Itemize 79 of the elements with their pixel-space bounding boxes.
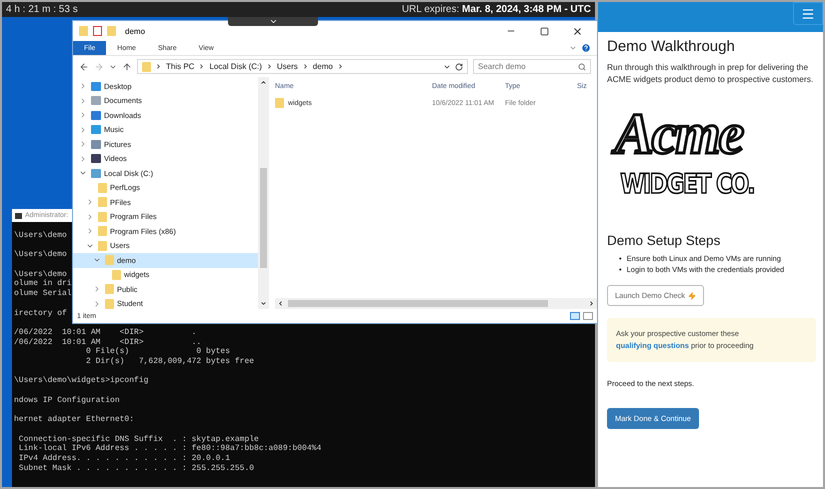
console-line: hernet adapter Ethernet0: (14, 415, 134, 425)
address-bar[interactable]: This PC Local Disk (C:) Users demo (137, 59, 468, 74)
scrollbar[interactable] (258, 77, 269, 309)
folder-icon (98, 212, 107, 222)
expand-chevron-icon[interactable] (79, 96, 87, 105)
separator-icon (198, 63, 206, 70)
chevron-down-icon (268, 17, 278, 26)
separator-icon (336, 63, 344, 70)
search-field[interactable]: Search demo (473, 59, 591, 74)
logo-script: Acme (611, 99, 750, 169)
url-expiry: URL expires: Mar. 8, 2024, 3:48 PM - UTC (402, 4, 591, 15)
console-line: \Users\demo (14, 270, 67, 279)
page-title: Demo Walkthrough (607, 38, 736, 55)
expand-chevron-icon[interactable] (79, 82, 87, 90)
expand-chevron-icon[interactable] (93, 300, 101, 308)
expand-ribbon-icon[interactable] (569, 44, 577, 52)
breadcrumb[interactable]: demo (312, 62, 333, 71)
folder-icon (112, 270, 121, 280)
expand-chevron-icon[interactable] (79, 154, 87, 163)
console-line: Link-local IPv6 Address . . . . . : fe80::98a7:bb8c:a089:b004%4 (18, 444, 322, 454)
console-line: \Users\demo\widgets>ipconfig (14, 376, 148, 386)
refresh-icon[interactable] (455, 62, 463, 70)
scrollbar[interactable] (275, 298, 597, 309)
separator-icon (302, 63, 309, 70)
back-icon[interactable] (79, 62, 89, 72)
folder-icon (105, 298, 114, 309)
tiles-view-icon[interactable] (583, 312, 593, 320)
scroll-left-icon[interactable] (277, 300, 284, 307)
folder-icon (105, 284, 114, 294)
separator-icon (155, 63, 162, 70)
breadcrumb[interactable]: This PC (166, 62, 194, 71)
console-line: Connection-specific DNS Suffix . : skytap.example (18, 434, 259, 444)
console-line: IPv4 Address. . . . . . . . . . . : 20.0.0.1 (18, 454, 230, 464)
expand-chevron-icon[interactable] (79, 111, 87, 120)
console-line: /06/2022 10:01 AM <DIR> . (14, 328, 196, 338)
up-icon[interactable] (122, 62, 132, 72)
folder-icon (98, 182, 107, 193)
expand-chevron-icon[interactable] (86, 227, 94, 236)
console-line: ndows IP Configuration (14, 396, 120, 406)
scroll-up-icon[interactable] (260, 79, 267, 86)
folder-icon (275, 98, 284, 108)
help-icon[interactable] (581, 43, 591, 53)
console-icon (15, 212, 22, 218)
console-line: /06/2022 10:01 AM <DIR> .. (14, 338, 202, 347)
expand-chevron-icon[interactable] (86, 198, 94, 206)
folder-icon (142, 62, 151, 72)
console-line: 2 Dir(s) 7,628,009,472 bytes free (85, 357, 254, 367)
console-line: Subnet Mask . . . . . . . . . . . : 255.255.255.0 (18, 464, 254, 474)
console-line: irectory of (14, 308, 67, 318)
expand-chevron-icon[interactable] (79, 126, 87, 134)
folder-icon (98, 197, 107, 208)
folder-icon (79, 26, 88, 36)
folder-icon (98, 226, 107, 236)
console-line: \Users\demo (14, 231, 67, 241)
details-view-icon[interactable] (570, 312, 580, 320)
search-icon (578, 62, 586, 70)
expand-chevron-icon[interactable] (93, 285, 101, 294)
separator-icon (266, 63, 273, 70)
expand-chevron-icon[interactable] (79, 140, 87, 148)
console-line: olume Serial (14, 289, 72, 299)
session-timer: 4 h : 21 m : 53 s (6, 4, 78, 15)
intro-text: Run through this walkthrough in prep for delivering the ACME widgets product demo to prospective customers. (607, 61, 814, 85)
expand-chevron-icon[interactable] (86, 212, 94, 221)
console-line: olume in dri (14, 279, 72, 289)
logo-words: WIDGET CO. (619, 169, 756, 200)
breadcrumb[interactable]: Users (276, 62, 298, 71)
folder-icon (105, 255, 114, 266)
scroll-down-icon[interactable] (260, 300, 267, 307)
folder-icon (107, 26, 116, 36)
menu-button[interactable] (793, 2, 823, 25)
window-title: demo (125, 26, 146, 36)
menu-icon (801, 6, 815, 20)
lightning-icon (688, 292, 696, 300)
folder-icon (98, 240, 107, 251)
breadcrumb[interactable]: Local Disk (C:) (209, 62, 262, 71)
section-title: Demo Setup Steps (607, 233, 722, 248)
console-line: 0 File(s) 0 bytes (85, 347, 230, 357)
console-line: \Users\demo (14, 250, 67, 260)
scroll-right-icon[interactable] (588, 300, 595, 307)
